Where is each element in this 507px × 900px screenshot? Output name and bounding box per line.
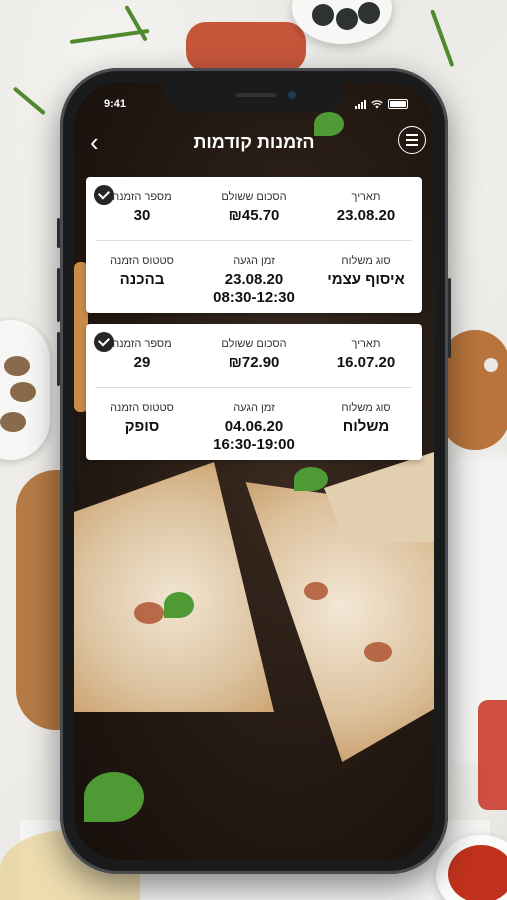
app-screen: 9:41 ‹ הזמנות קודמות תאריך 23.08.20 הסכו… [74, 82, 434, 860]
order-number: מספר הזמנה 29 [86, 324, 198, 372]
order-amount: הסכום ששולם ₪45.70 [198, 177, 310, 225]
order-number-value: 29 [133, 354, 151, 371]
arrival-window: 08:30-12:30 [213, 289, 295, 306]
order-number: מספר הזמנה 30 [86, 177, 198, 225]
status-icons [355, 99, 408, 109]
delivery-type-value: איסוף עצמי [327, 271, 405, 288]
date-value: 23.08.20 [336, 207, 396, 224]
app-header: ‹ הזמנות קודמות [74, 122, 434, 162]
notch [166, 82, 342, 112]
sauce-jar [478, 700, 507, 810]
page-title: הזמנות קודמות [193, 132, 315, 152]
status-label: סטטוס הזמנה [110, 402, 174, 414]
delivery-type-label: סוג משלוח [341, 255, 391, 267]
order-card[interactable]: תאריך 23.08.20 הסכום ששולם ₪45.70 מספר ה… [86, 177, 422, 313]
battery-icon [388, 99, 408, 109]
arrival-label: זמן הגעה [233, 402, 275, 414]
order-date: תאריך 16.07.20 [310, 324, 422, 372]
signal-icon [355, 99, 366, 109]
arrival-label: זמן הגעה [233, 255, 275, 267]
date-label: תאריך [351, 191, 381, 203]
order-date: תאריך 23.08.20 [310, 177, 422, 225]
status-time: 9:41 [104, 98, 127, 110]
order-details-row: סוג משלוח איסוף עצמי זמן הגעה 23.08.20 0… [86, 241, 422, 307]
pizza-decoration [186, 22, 306, 72]
delivery-type: סוג משלוח איסוף עצמי [310, 241, 422, 289]
hamburger-menu-icon[interactable] [398, 126, 426, 154]
delivery-type-label: סוג משלוח [341, 402, 391, 414]
order-card[interactable]: תאריך 16.07.20 הסכום ששולם ₪72.90 מספר ה… [86, 324, 422, 460]
status-label: סטטוס הזמנה [110, 255, 174, 267]
status-bar: 9:41 [74, 82, 434, 122]
arrival-date: 23.08.20 [224, 271, 284, 288]
amount-label: הסכום ששולם [221, 191, 287, 203]
arrival-time: זמן הגעה 04.06.20 16:30-19:00 [198, 388, 310, 454]
arrival-window: 16:30-19:00 [213, 436, 295, 453]
wifi-icon [371, 99, 383, 108]
delivery-type-value: משלוח [342, 418, 390, 435]
arrival-date: 04.06.20 [224, 418, 284, 435]
order-number-value: 30 [133, 207, 151, 224]
order-number-label: מספר הזמנה [112, 338, 172, 350]
status-value: סופק [124, 418, 160, 435]
amount-value: ₪45.70 [228, 207, 280, 224]
phone-frame: 9:41 ‹ הזמנות קודמות תאריך 23.08.20 הסכו… [57, 68, 451, 874]
status-value: בהכנה [119, 271, 165, 288]
order-status: סטטוס הזמנה בהכנה [86, 241, 198, 289]
order-amount: הסכום ששולם ₪72.90 [198, 324, 310, 372]
amount-label: הסכום ששולם [221, 338, 287, 350]
order-summary-row: תאריך 23.08.20 הסכום ששולם ₪45.70 מספר ה… [86, 177, 422, 241]
order-summary-row: תאריך 16.07.20 הסכום ששולם ₪72.90 מספר ה… [86, 324, 422, 388]
amount-value: ₪72.90 [228, 354, 280, 371]
order-number-label: מספר הזמנה [112, 191, 172, 203]
order-details-row: סוג משלוח משלוח זמן הגעה 04.06.20 16:30-… [86, 388, 422, 454]
date-label: תאריך [351, 338, 381, 350]
order-status: סטטוס הזמנה סופק [86, 388, 198, 436]
mushroom-bowl [0, 320, 50, 460]
date-value: 16.07.20 [336, 354, 396, 371]
delivery-type: סוג משלוח משלוח [310, 388, 422, 436]
arrival-time: זמן הגעה 23.08.20 08:30-12:30 [198, 241, 310, 307]
